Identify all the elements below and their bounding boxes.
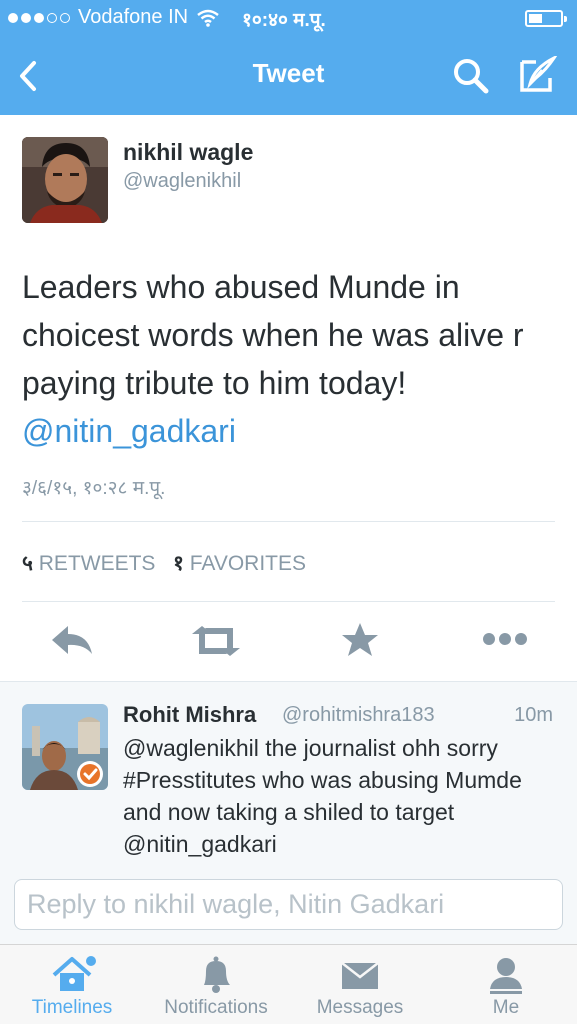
reply-text: @waglenikhil the journalist ohh sorry #P…	[123, 735, 522, 857]
person-icon	[490, 958, 522, 994]
nav-bar: Tweet	[0, 38, 577, 115]
retweets-stat[interactable]: ५ RETWEETS	[22, 552, 161, 575]
retweets-count: ५	[22, 552, 33, 575]
tab-me[interactable]: Me	[456, 945, 556, 1025]
wifi-icon	[197, 9, 219, 27]
author-avatar[interactable]	[22, 137, 108, 223]
reply-icon[interactable]	[50, 624, 94, 658]
tab-bar: Timelines Notifications Messages Me	[0, 944, 577, 1024]
status-time: १०:४० म.पू.	[242, 10, 326, 31]
tab-notifications-label: Notifications	[164, 997, 268, 1018]
tab-messages-label: Messages	[316, 997, 404, 1018]
reply-time: 10m	[514, 704, 553, 726]
divider	[22, 601, 555, 602]
favorites-label: FAVORITES	[189, 552, 307, 575]
carrier-group: Vodafone IN	[8, 6, 220, 29]
bell-icon	[204, 956, 230, 993]
compose-icon[interactable]	[516, 56, 558, 96]
author-handle[interactable]: @waglenikhil	[123, 170, 241, 193]
envelope-icon	[341, 962, 379, 989]
tweet-body: Leaders who abused Munde in choicest wor…	[22, 263, 562, 455]
tab-me-label: Me	[492, 997, 520, 1018]
tweet-actions	[0, 612, 577, 672]
tweet-stats: ५ RETWEETS १ FAVORITES	[22, 549, 306, 577]
tab-timelines[interactable]: Timelines	[8, 945, 136, 1025]
tab-messages[interactable]: Messages	[300, 945, 420, 1025]
more-icon[interactable]	[482, 632, 528, 646]
search-icon[interactable]	[451, 56, 491, 96]
signal-strength-icon	[8, 12, 70, 23]
reply-author-handle[interactable]: @rohitmishra183	[282, 704, 435, 727]
reply-avatar[interactable]	[22, 704, 108, 790]
favorites-count: १	[172, 552, 184, 575]
carrier-name: Vodafone IN	[78, 6, 189, 28]
reply-compose-area: Reply to nikhil wagle, Nitin Gadkari	[0, 864, 577, 944]
retweets-label: RETWEETS	[38, 552, 156, 575]
battery-icon	[525, 10, 567, 27]
reply-author-name[interactable]: Rohit Mishra	[123, 702, 256, 728]
tab-timelines-label: Timelines	[31, 997, 113, 1018]
reply-avatar-photo	[22, 704, 108, 790]
divider	[22, 521, 555, 522]
retweet-icon[interactable]	[190, 624, 242, 658]
tweet-timestamp: ३/६/१५, १०:२८ म.पू.	[22, 478, 166, 499]
favorite-star-icon[interactable]	[341, 622, 379, 658]
home-icon	[52, 956, 96, 991]
reply-tweet[interactable]: Rohit Mishra @rohitmishra183 10m @waglen…	[0, 681, 577, 865]
favorites-stat[interactable]: १ FAVORITES	[173, 552, 306, 575]
author-name[interactable]: nikhil wagle	[123, 139, 253, 166]
tweet-text: Leaders who abused Munde in choicest wor…	[22, 269, 524, 401]
tab-notifications[interactable]: Notifications	[150, 945, 282, 1025]
tweet-author[interactable]: nikhil wagle @waglenikhil	[22, 137, 562, 227]
tweet-mention-link[interactable]: @nitin_gadkari	[22, 413, 236, 449]
reply-input[interactable]: Reply to nikhil wagle, Nitin Gadkari	[14, 879, 563, 930]
status-bar: Vodafone IN १०:४० म.पू.	[0, 0, 577, 38]
avatar-photo	[22, 137, 108, 223]
